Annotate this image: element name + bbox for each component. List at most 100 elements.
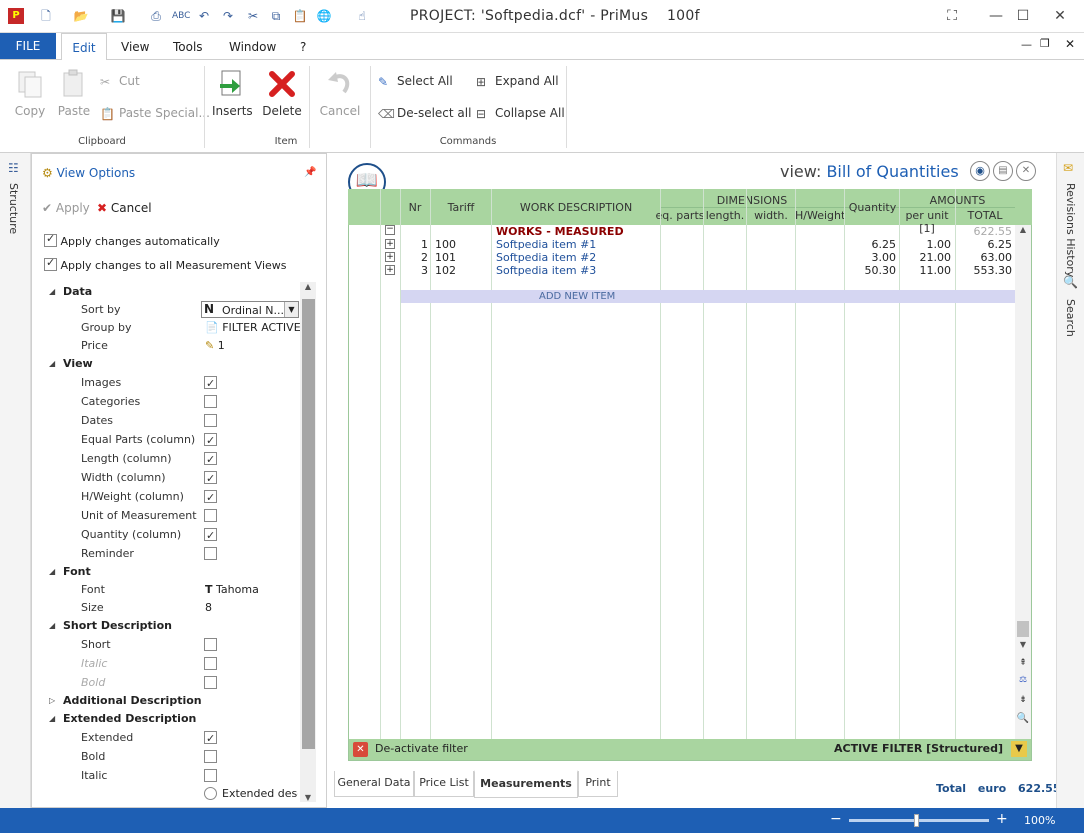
filter-icon[interactable]: ▼	[1011, 741, 1027, 757]
col-description[interactable]: WORK DESCRIPTION	[492, 201, 660, 214]
col-total[interactable]: TOTAL	[955, 209, 1015, 222]
redo-icon[interactable]: ↷	[220, 8, 236, 24]
minimize-button[interactable]: —	[981, 6, 1011, 26]
images-option[interactable]: Images	[32, 373, 302, 393]
paste-special-button[interactable]: 📋 Paste Special...	[100, 106, 210, 121]
apply-auto-option[interactable]: Apply changes automatically	[44, 232, 220, 248]
zoom-icon[interactable]: 🔍	[1015, 713, 1031, 724]
ext-italic-option[interactable]: Italic	[32, 766, 302, 785]
paste-icon[interactable]: 📋	[292, 8, 308, 24]
scroll-down-icon[interactable]: ▼	[1015, 640, 1031, 649]
unit-measure-checkbox[interactable]	[204, 509, 217, 522]
equal-parts-checkbox[interactable]	[204, 431, 217, 450]
unit-measure-option[interactable]: Unit of Measurement ...	[32, 506, 302, 525]
scroll-down-icon[interactable]: ▼	[300, 793, 316, 802]
cancel-item-button[interactable]: Cancel	[318, 68, 362, 118]
zoom-slider[interactable]	[849, 819, 989, 822]
zoom-in-icon[interactable]: +	[996, 811, 1008, 827]
deactivate-filter-icon[interactable]: ✕	[353, 742, 368, 757]
web-icon[interactable]: 🌐	[316, 8, 332, 24]
italic-option[interactable]: Italic	[32, 654, 302, 673]
tab-help[interactable]: ?	[300, 40, 306, 54]
categories-option[interactable]: Categories	[32, 392, 302, 411]
cut-button[interactable]: ✂ Cut	[100, 74, 140, 89]
row-description[interactable]: Softpedia item #3	[496, 264, 596, 277]
hweight-checkbox[interactable]	[204, 488, 217, 507]
structure-icon[interactable]: ☷	[8, 161, 19, 175]
zoom-slider-handle[interactable]	[914, 814, 919, 827]
tab-print[interactable]: Print	[578, 771, 618, 797]
zoom-out-icon[interactable]: −	[830, 811, 842, 827]
expand-row-icon[interactable]: +	[385, 239, 395, 249]
short-checkbox[interactable]	[204, 638, 217, 651]
grid-scroll-thumb[interactable]	[1017, 621, 1029, 637]
paste-button[interactable]: Paste	[56, 68, 92, 118]
ext-bold-checkbox[interactable]	[204, 750, 217, 763]
short-desc-category[interactable]: ◢ Short Description	[32, 616, 302, 635]
add-new-item-row[interactable]: ADD NEW ITEM	[401, 290, 1015, 303]
extended-desc-category[interactable]: ◢ Extended Description	[32, 709, 302, 728]
col-per-unit[interactable]: per unit [1]	[897, 209, 957, 235]
sort-by-select[interactable]: N Ordinal N... ▼	[201, 301, 299, 318]
view-category[interactable]: ◢ View	[32, 354, 302, 373]
reminder-option[interactable]: Reminder	[32, 544, 302, 563]
search-icon[interactable]: 🔍	[1063, 275, 1078, 289]
deselect-all-button[interactable]: ⌫ De-select all	[378, 106, 471, 121]
apply-button[interactable]: ✔ Apply	[42, 201, 90, 215]
bold-option[interactable]: Bold	[32, 673, 302, 692]
eye-icon[interactable]: ◉	[970, 161, 990, 181]
data-category[interactable]: ◢ Data	[32, 282, 302, 301]
col-quantity[interactable]: Quantity	[845, 201, 900, 214]
equal-parts-option[interactable]: Equal Parts (column)	[32, 430, 302, 450]
expand-row-icon[interactable]: +	[385, 265, 395, 275]
new-document-icon[interactable]: 🗋	[38, 8, 54, 24]
delete-button[interactable]: Delete	[262, 68, 302, 118]
close-button[interactable]: ✕	[1045, 6, 1075, 26]
tab-general-data[interactable]: General Data	[334, 771, 414, 797]
col-eq-parts[interactable]: eq. parts	[655, 209, 705, 222]
quantity-option[interactable]: Quantity (column)	[32, 525, 302, 545]
structure-tab[interactable]: Structure	[7, 183, 20, 234]
apply-auto-checkbox[interactable]	[44, 232, 57, 247]
envelope-icon[interactable]: ✉	[1063, 161, 1073, 175]
length-checkbox[interactable]	[204, 450, 217, 469]
ext-italic-checkbox[interactable]	[204, 769, 217, 782]
panel-scroll-thumb[interactable]	[302, 299, 315, 749]
copy-icon[interactable]: ⧉	[268, 8, 284, 24]
extended-option[interactable]: Extended	[32, 728, 302, 748]
spell-check-icon[interactable]: ABC	[172, 8, 190, 24]
font-row[interactable]: Font T Tahoma	[32, 580, 302, 599]
sort-by-row[interactable]: Sort by N Ordinal N... ▼	[32, 300, 302, 319]
undo-icon[interactable]: ↶	[196, 8, 212, 24]
open-folder-icon[interactable]: 📂	[73, 8, 89, 24]
save-icon[interactable]: 💾	[110, 8, 126, 24]
app-icon[interactable]: P	[8, 8, 24, 24]
font-category[interactable]: ◢ Font	[32, 562, 302, 581]
file-menu[interactable]: FILE	[0, 33, 56, 59]
page-up-icon[interactable]: ⇞	[1015, 658, 1031, 668]
collapse-group-icon[interactable]: −	[385, 225, 395, 235]
group-by-row[interactable]: Group by 📄 FILTER ACTIVE	[32, 318, 302, 337]
expand-row-icon[interactable]: +	[385, 252, 395, 262]
width-option[interactable]: Width (column)	[32, 468, 302, 488]
ribbon-minimize-icon[interactable]: —	[1021, 38, 1032, 51]
tab-measurements[interactable]: Measurements	[474, 770, 578, 798]
maximize-button[interactable]: ☐	[1008, 6, 1038, 26]
copy-button[interactable]: Copy	[12, 68, 48, 118]
col-length[interactable]: length.	[703, 209, 747, 222]
page-down-icon[interactable]: ⇟	[1015, 695, 1031, 705]
chevron-down-icon[interactable]: ▼	[284, 302, 298, 317]
bold-checkbox[interactable]	[204, 676, 217, 689]
apply-all-option[interactable]: Apply changes to all Measurement Views	[44, 256, 287, 272]
tools-icon[interactable]: ✕	[1016, 161, 1036, 181]
col-width[interactable]: width.	[747, 209, 795, 222]
tab-tools[interactable]: Tools	[173, 40, 203, 54]
ribbon-restore-icon[interactable]: ❐	[1040, 37, 1050, 50]
ext-desc-radio[interactable]	[204, 787, 217, 800]
scroll-up-icon[interactable]: ▲	[300, 282, 316, 291]
images-checkbox[interactable]	[204, 374, 217, 393]
col-tariff[interactable]: Tariff	[431, 201, 491, 214]
ext-desc-option[interactable]: Extended descr	[32, 784, 302, 803]
scroll-up-icon[interactable]: ▲	[1015, 225, 1031, 234]
categories-checkbox[interactable]	[204, 395, 217, 408]
